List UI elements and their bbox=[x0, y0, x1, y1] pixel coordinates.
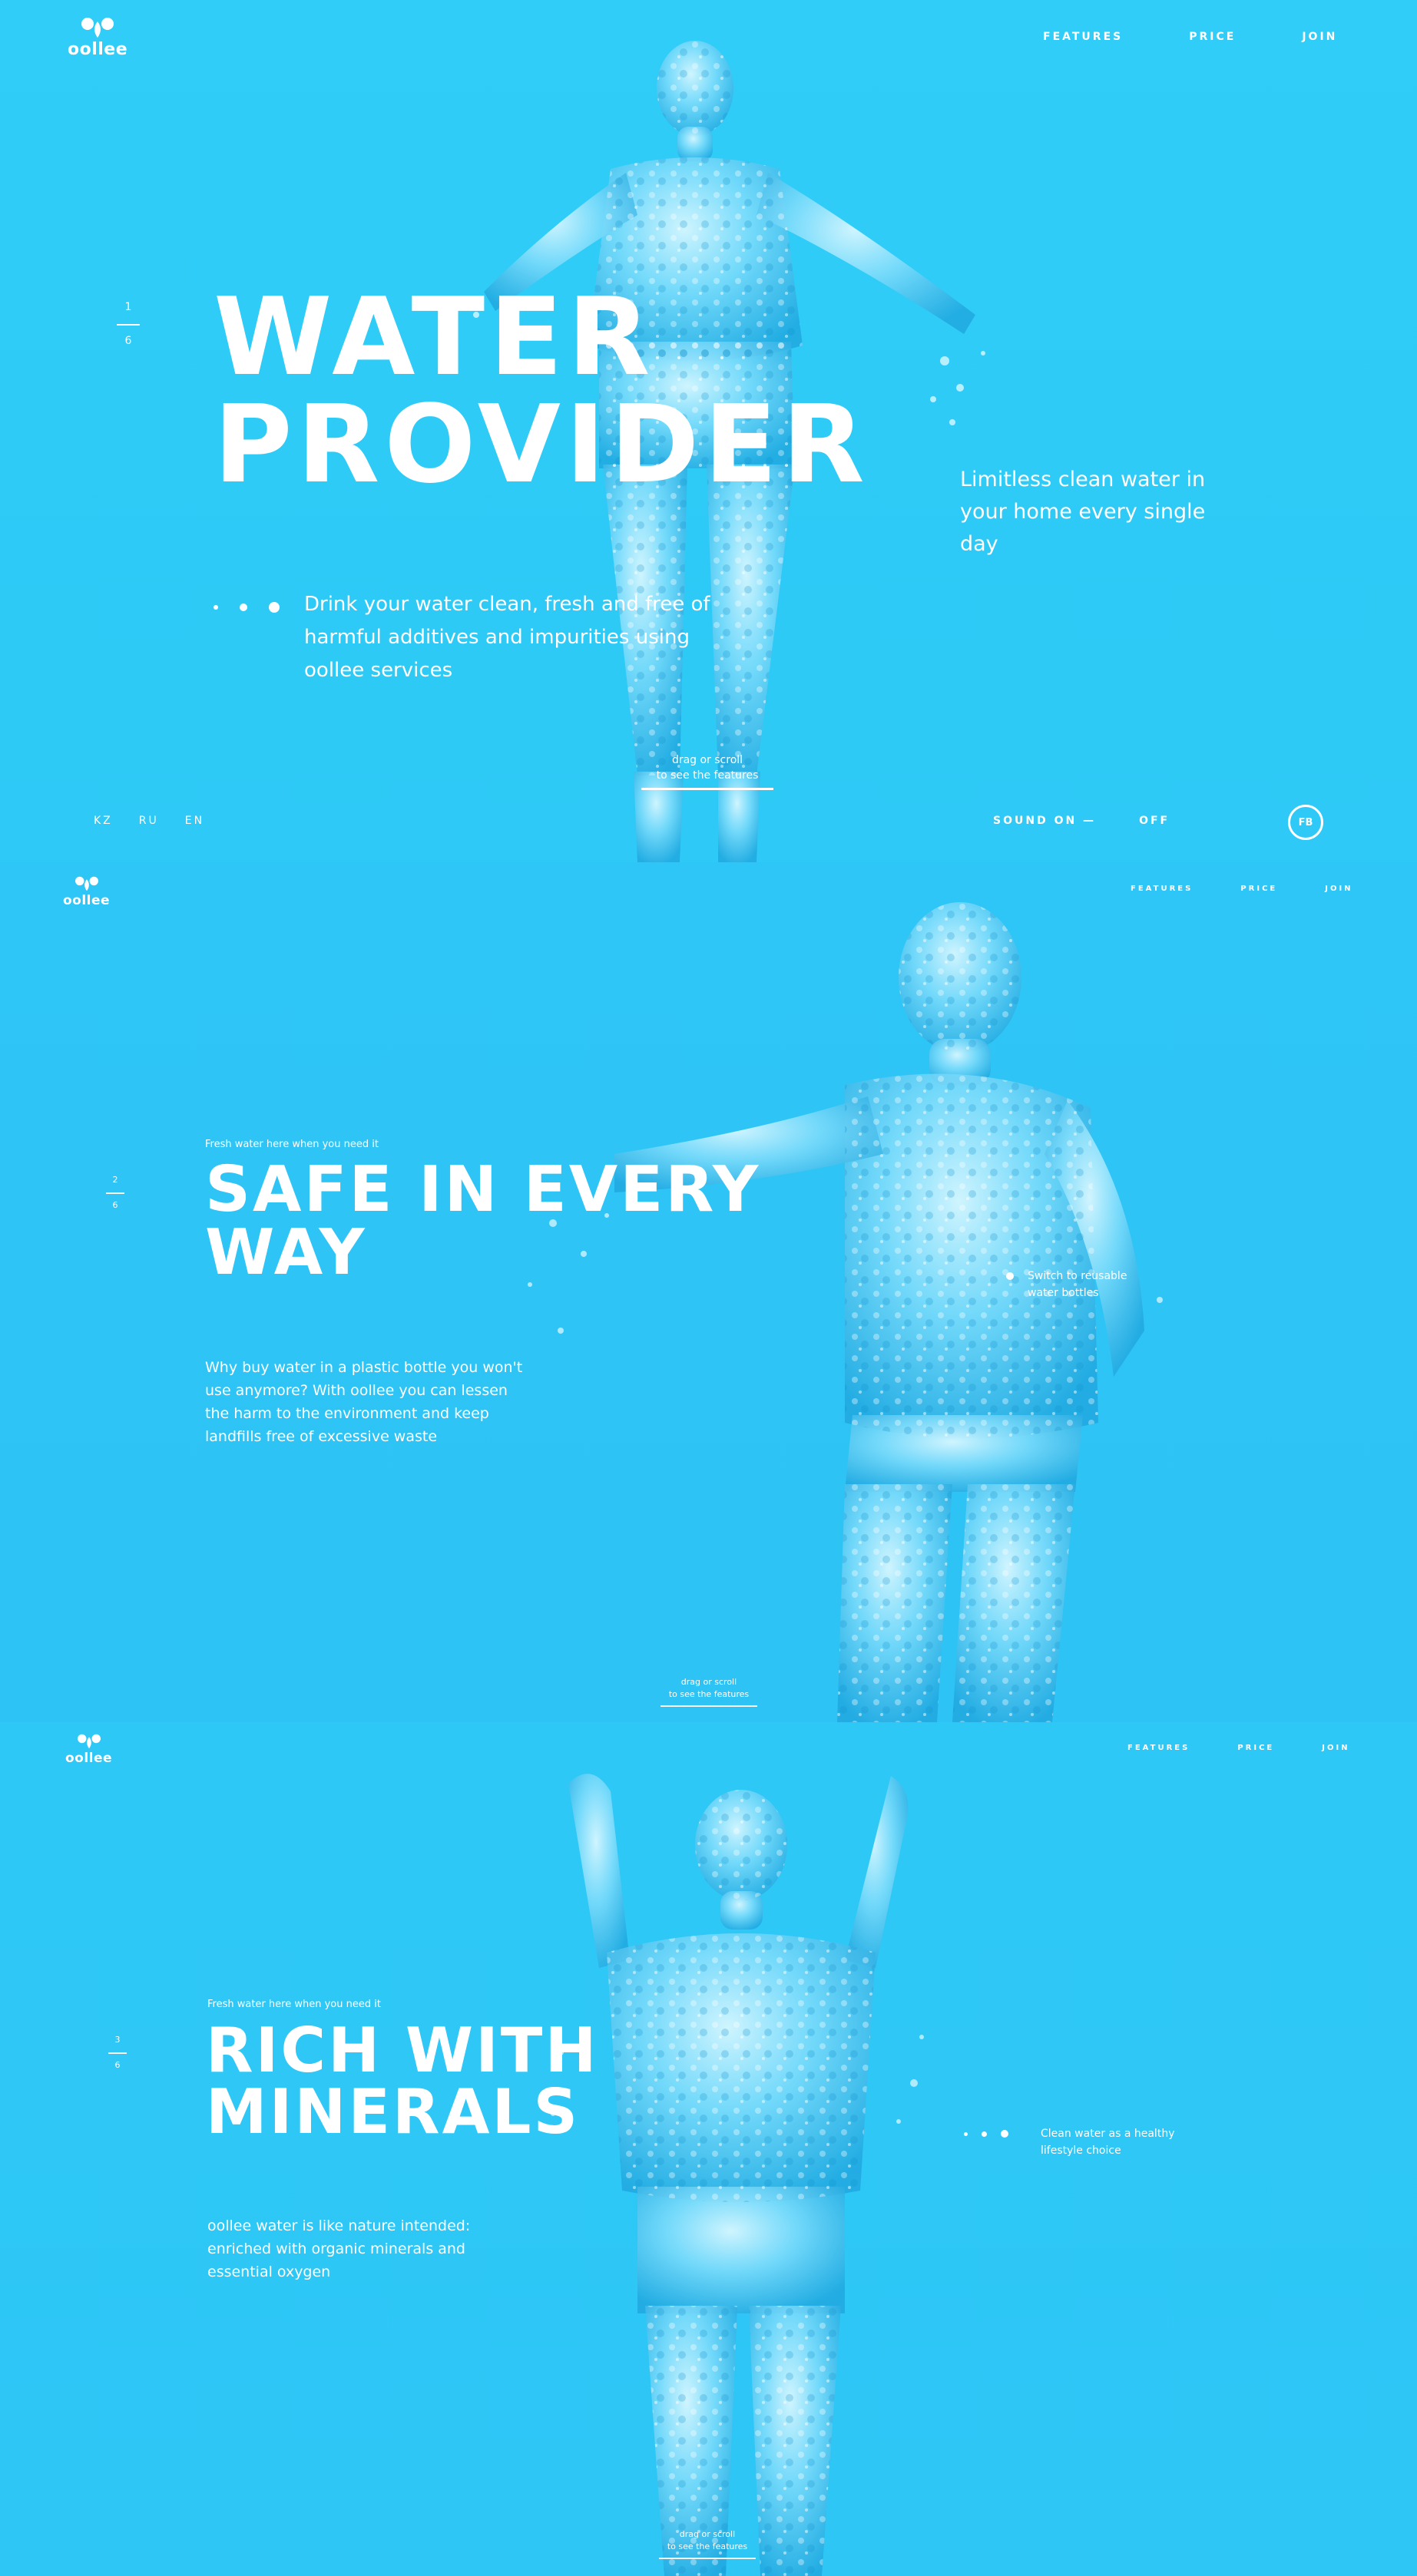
slide-counter: 1 6 bbox=[117, 301, 140, 347]
slide-counter-total: 6 bbox=[112, 1200, 118, 1210]
page-title: WATER PROVIDER bbox=[214, 284, 869, 499]
screen-rich-with-minerals: oollee FEATURES PRICE JOIN 3 6 Fresh wat… bbox=[0, 1722, 1417, 2576]
hero-screen-water-provider: oollee FEATURES PRICE JOIN 1 6 WATER PRO… bbox=[0, 0, 1417, 862]
title-line-1: RICH WITH bbox=[206, 2015, 599, 2086]
annotation-dot[interactable] bbox=[1006, 1272, 1014, 1280]
slide-counter-current: 2 bbox=[112, 1175, 118, 1185]
slide-counter-divider bbox=[117, 324, 140, 326]
dot-medium[interactable] bbox=[240, 603, 247, 611]
water-figure-arms-raised-image bbox=[551, 1774, 924, 2576]
section-description: oollee water is like nature intended: en… bbox=[207, 2217, 471, 2280]
facebook-label: FB bbox=[1298, 816, 1313, 828]
sound-toggle: SOUND ON — OFF bbox=[993, 815, 1170, 827]
drag-hint-line-1: drag or scroll bbox=[680, 1677, 737, 1687]
top-nav: FEATURES PRICE JOIN bbox=[1127, 1744, 1350, 1752]
nav-price-link[interactable]: PRICE bbox=[1189, 31, 1236, 43]
lang-ru-link[interactable]: RU bbox=[139, 815, 159, 827]
slide-counter-divider bbox=[108, 2052, 127, 2054]
drag-hint-line-2: to see the features bbox=[656, 769, 759, 782]
logo-text: oollee bbox=[65, 1751, 113, 1766]
top-nav: FEATURES PRICE JOIN bbox=[1043, 31, 1337, 43]
dot-medium[interactable] bbox=[982, 2131, 987, 2137]
sound-on-button[interactable]: SOUND ON — bbox=[993, 815, 1096, 827]
title-line-2: MINERALS bbox=[206, 2076, 581, 2148]
title-line-1: SAFE IN EVERY bbox=[205, 1153, 761, 1226]
nav-join-link[interactable]: JOIN bbox=[1302, 31, 1337, 43]
slide-counter: 2 6 bbox=[106, 1175, 124, 1210]
title-line-1: WATER bbox=[214, 275, 655, 400]
logo-text: oollee bbox=[68, 40, 128, 59]
slide-counter: 3 6 bbox=[108, 2035, 127, 2070]
nav-features-link[interactable]: FEATURES bbox=[1043, 31, 1123, 43]
drag-hint[interactable]: drag or scroll to see the features bbox=[660, 1676, 757, 1707]
nav-features-link[interactable]: FEATURES bbox=[1131, 885, 1193, 893]
slide-counter-current: 3 bbox=[114, 2035, 121, 2045]
nav-price-link[interactable]: PRICE bbox=[1240, 885, 1277, 893]
drag-hint-line-2: to see the features bbox=[668, 1689, 750, 1699]
annotation-text: Clean water as a healthy lifestyle choic… bbox=[1041, 2128, 1175, 2157]
annotation-callout: Switch to reusable water bottles bbox=[1006, 1268, 1143, 1301]
logo[interactable]: oollee bbox=[65, 1734, 112, 1766]
drag-hint-underline bbox=[660, 1705, 757, 1707]
section-title: SAFE IN EVERY WAY bbox=[205, 1159, 760, 1285]
slide-counter-current: 1 bbox=[124, 301, 132, 313]
logo-drop-icon bbox=[81, 18, 114, 38]
drag-hint[interactable]: drag or scroll to see the features bbox=[641, 752, 773, 790]
screen-safe-in-every-way: oollee FEATURES PRICE JOIN 2 6 Fresh wat… bbox=[0, 862, 1417, 1722]
nav-price-link[interactable]: PRICE bbox=[1237, 1744, 1274, 1752]
dot-small[interactable] bbox=[964, 2131, 968, 2136]
water-figure-pointing-image bbox=[528, 902, 1163, 1722]
top-nav: FEATURES PRICE JOIN bbox=[1131, 885, 1353, 893]
annotation-text: Switch to reusable water bottles bbox=[1028, 1270, 1127, 1299]
drag-hint[interactable]: drag or scroll to see the features bbox=[659, 2528, 756, 2559]
drag-hint-line-1: drag or scroll bbox=[679, 2529, 736, 2539]
dot-active[interactable] bbox=[269, 602, 280, 613]
dot-active[interactable] bbox=[1001, 2130, 1008, 2138]
slide-counter-divider bbox=[106, 1192, 124, 1194]
logo-drop-icon bbox=[77, 1734, 101, 1749]
title-line-2: PROVIDER bbox=[214, 382, 869, 508]
drag-hint-line-2: to see the features bbox=[667, 2541, 748, 2551]
section-title: RICH WITH MINERALS bbox=[206, 2020, 598, 2143]
nav-features-link[interactable]: FEATURES bbox=[1127, 1744, 1190, 1752]
lang-kz-link[interactable]: KZ bbox=[94, 815, 113, 827]
language-switcher: KZ RU EN bbox=[94, 815, 204, 827]
drag-hint-underline bbox=[659, 2558, 756, 2559]
slide-counter-total: 6 bbox=[114, 2060, 121, 2070]
hero-description: Drink your water clean, fresh and free o… bbox=[304, 593, 710, 682]
nav-join-link[interactable]: JOIN bbox=[1322, 1744, 1349, 1752]
drag-hint-underline bbox=[641, 788, 773, 790]
section-description: Why buy water in a plastic bottle you wo… bbox=[205, 1359, 523, 1445]
logo-text: oollee bbox=[63, 893, 111, 908]
nav-join-link[interactable]: JOIN bbox=[1325, 885, 1352, 893]
dot-small[interactable] bbox=[214, 605, 218, 610]
pagination-dots bbox=[214, 602, 280, 613]
logo-drop-icon bbox=[74, 876, 98, 891]
title-line-2: WAY bbox=[205, 1216, 367, 1289]
slide-counter-total: 6 bbox=[124, 335, 132, 347]
screen-kicker: Fresh water here when you need it bbox=[205, 1139, 379, 1150]
logo[interactable]: oollee bbox=[68, 17, 127, 59]
drag-hint-line-1: drag or scroll bbox=[671, 754, 743, 766]
screen-kicker: Fresh water here when you need it bbox=[207, 1999, 381, 2010]
lang-en-link[interactable]: EN bbox=[185, 815, 204, 827]
sound-off-button[interactable]: OFF bbox=[1139, 815, 1170, 827]
hero-tagline: Limitless clean water in your home every… bbox=[960, 468, 1206, 556]
facebook-button[interactable]: FB bbox=[1288, 805, 1323, 840]
logo[interactable]: oollee bbox=[63, 876, 110, 908]
annotation-dots bbox=[964, 2130, 1008, 2138]
